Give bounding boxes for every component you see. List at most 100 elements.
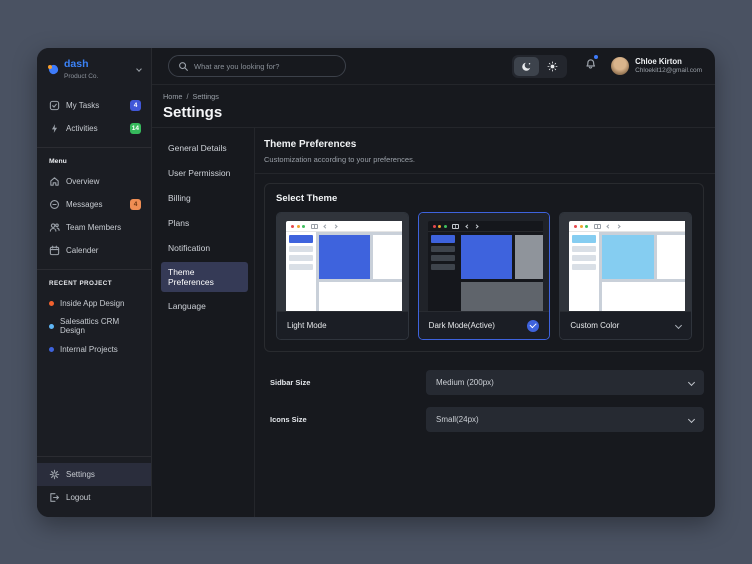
mockup-toolbar [427,221,544,232]
theme-option-dark-mode[interactable]: Dark Mode(Active) [417,212,551,340]
project-dot-icon [49,300,54,306]
message-count-badge: 4 [130,198,141,210]
sidebar-item-activities[interactable]: Activities 14 [37,117,151,140]
mockup-toolbar [286,221,402,232]
section-subtitle: Customization according to your preferen… [264,155,415,164]
settings-nav-plans[interactable]: Plans [152,212,254,234]
chevron-down-icon [687,415,696,424]
project-label: Salesattics CRM Design [60,317,120,336]
breadcrumb-home[interactable]: Home [163,92,182,101]
settings-nav-notification[interactable]: Notification [152,237,254,259]
project-dot-icon [49,346,54,352]
traffic-light-yellow [296,224,300,228]
settings-nav-user-permission[interactable]: User Permission [152,162,254,184]
sidbar-size-dropdown[interactable]: Medium (200px) [426,370,704,395]
theme-option-light-mode[interactable]: Light Mode [276,212,409,340]
menu-section-heading: Menu [49,157,67,165]
dash-logo-icon [47,63,60,76]
moon-icon [522,62,531,71]
sidebar-item-my-tasks[interactable]: My Tasks 4 [37,94,151,117]
sidebar-item-overview[interactable]: Overview [37,170,151,193]
page-title: Settings [163,104,223,121]
breadcrumb-separator: / [186,92,189,101]
project-item-salesattics-crm[interactable]: Salesattics CRM Design [37,315,151,338]
sidebar-item-settings[interactable]: Settings [37,463,151,486]
theme-option-label: Light Mode [287,321,327,330]
dark-mode-toggle-button[interactable] [514,56,540,76]
browser-mockup-dark [418,213,550,311]
light-mode-toggle-button[interactable] [540,57,565,76]
sidebar-item-label: My Tasks [66,100,100,110]
browser-mockup-custom [560,213,692,311]
desktop-background: dash Product Co. My Tasks 4 Activities 1… [0,0,752,564]
lightning-icon [51,123,58,133]
forward-chevron-icon [332,223,338,229]
browser-mockup-light [277,213,408,311]
icons-size-label: Icons Size [270,415,307,424]
back-chevron-icon [465,223,470,229]
project-dot-icon [49,323,54,329]
chevron-down-icon [136,66,142,73]
search-input[interactable] [194,61,336,71]
sidebar-item-team-members[interactable]: Team Members [37,216,151,239]
notification-bell-button[interactable] [584,55,599,75]
theme-option-label: Custom Color [570,321,620,330]
traffic-light-red [291,224,294,228]
traffic-light-green [443,224,447,228]
forward-chevron-icon [616,223,621,229]
icons-size-dropdown[interactable]: Small(24px) [426,407,704,432]
gear-icon [49,469,60,480]
traffic-light-green [302,224,305,228]
task-count-badge: 4 [130,99,141,111]
breadcrumb-current: Settings [192,92,219,101]
section-title: Theme Preferences [264,139,357,150]
sidebar-item-calender[interactable]: Calender [37,239,151,262]
user-email: Chloekit12@gmail.com [635,66,702,74]
chevron-down-icon [674,321,683,330]
notification-dot [594,55,599,59]
divider [37,268,151,270]
project-item-internal-projects[interactable]: Internal Projects [37,338,151,361]
theme-toggle[interactable] [512,54,568,78]
sidebar-item-label: Activities [66,123,98,133]
traffic-light-yellow [438,224,442,228]
settings-nav-general-details[interactable]: General Details [152,137,254,159]
sidebar-item-messages[interactable]: Messages 4 [37,193,151,216]
settings-nav-theme-preferences[interactable]: Theme Preferences [161,262,248,292]
divider [37,146,151,148]
users-icon [49,223,60,232]
theme-preferences-panel: Theme Preferences Customization accordin… [255,128,715,517]
sidebar-footer: Settings Logout [37,456,151,517]
project-item-inside-app-design[interactable]: Inside App Design [37,292,151,315]
window-icon [310,223,318,229]
mockup-toolbar [569,221,686,232]
avatar [611,57,630,75]
workspace-switcher[interactable]: dash Product Co. [37,48,151,80]
sun-icon [547,61,558,71]
app-logo-text: dash [64,58,89,70]
back-chevron-icon [323,223,328,229]
chevron-down-icon [687,378,696,387]
user-profile[interactable]: Chloe Kirton Chloekit12@gmail.com [611,57,702,75]
sidebar-item-label: Calender [66,245,99,255]
selected-check-icon [527,319,540,332]
window-icon [452,223,460,229]
window-icon [593,223,601,229]
breadcrumb: Home / Settings [163,92,715,101]
recent-project-heading: RECENT PROJECT [49,279,112,287]
project-label: Inside App Design [60,298,125,308]
sidebar-item-logout[interactable]: Logout [37,486,151,509]
settings-nav-billing[interactable]: Billing [152,187,254,209]
sidebar-item-label: Messages [66,199,103,209]
sidebar: dash Product Co. My Tasks 4 Activities 1… [37,48,152,517]
user-name: Chloe Kirton [635,57,682,67]
theme-option-custom-color[interactable]: Custom Color [559,212,693,340]
search-icon [179,61,188,71]
traffic-light-red [432,224,436,228]
calendar-icon [49,245,60,255]
settings-nav: General Details User Permission Billing … [152,128,255,517]
settings-nav-language[interactable]: Language [152,295,254,317]
sidebar-item-label: Logout [66,493,91,502]
search-bar[interactable] [168,55,346,77]
sidbar-size-label: Sidbar Size [270,378,311,387]
